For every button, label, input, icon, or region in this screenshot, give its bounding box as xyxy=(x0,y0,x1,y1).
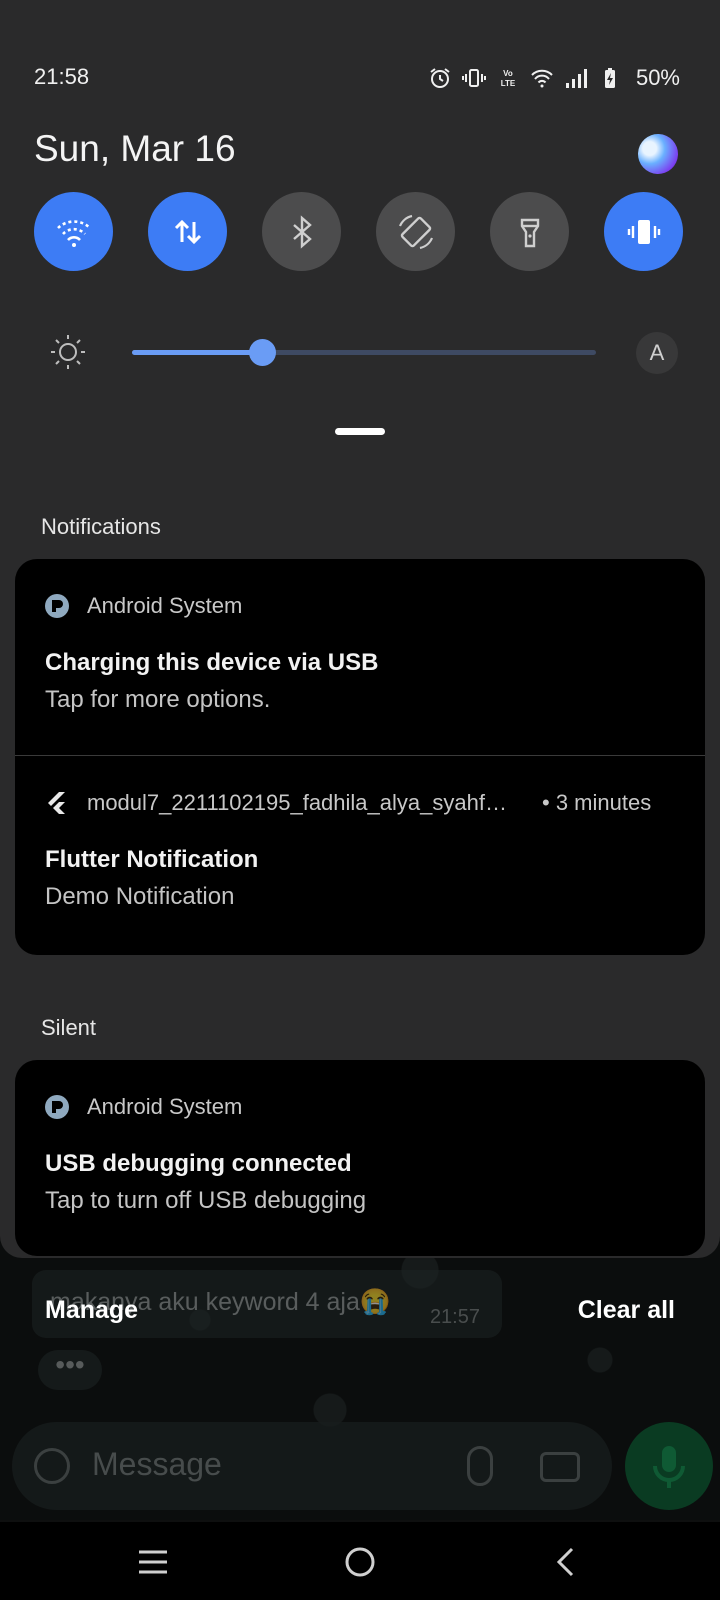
status-icons: Vo LTE 50% xyxy=(428,64,680,92)
svg-text:Vo: Vo xyxy=(503,69,513,78)
notification-app-name: Android System xyxy=(87,593,243,618)
auto-rotate-tile[interactable] xyxy=(376,192,455,271)
vibrate-mode-icon xyxy=(627,219,660,244)
notification-text: Tap for more options. xyxy=(45,686,271,713)
battery-charging-icon xyxy=(604,68,615,88)
notification-shade: Notifications Android System Charging th… xyxy=(0,450,720,1258)
back-icon[interactable] xyxy=(545,1540,589,1584)
wifi-icon xyxy=(56,219,91,247)
mic-icon xyxy=(653,1446,685,1488)
brightness-thumb[interactable] xyxy=(248,339,276,366)
bluetooth-icon xyxy=(292,214,312,249)
wifi-tile[interactable] xyxy=(34,192,113,271)
notification-item[interactable]: Android System USB debugging connected T… xyxy=(15,1060,705,1256)
notification-text: Tap to turn off USB debugging xyxy=(45,1187,367,1214)
message-placeholder: Message xyxy=(92,1446,222,1482)
wifi-status-icon xyxy=(531,69,553,88)
notification-text: Demo Notification xyxy=(45,883,235,910)
camera-icon[interactable] xyxy=(540,1452,580,1482)
drag-handle[interactable] xyxy=(335,428,385,435)
volte-icon: Vo LTE xyxy=(501,69,516,88)
recents-menu-icon[interactable] xyxy=(131,1540,175,1584)
vibrate-tile[interactable] xyxy=(604,192,683,271)
clear-all-button[interactable]: Clear all xyxy=(578,1296,675,1325)
brightness-fill xyxy=(132,350,262,355)
data-transfer-icon xyxy=(174,219,201,244)
manage-button[interactable]: Manage xyxy=(45,1296,138,1325)
brightness-row: A xyxy=(48,328,678,378)
battery-percent: 50% xyxy=(635,65,680,90)
clock: 21:58 xyxy=(34,64,90,89)
status-bar: 21:58 Vo LTE 50% xyxy=(0,0,720,110)
profile-orb-icon[interactable] xyxy=(632,128,684,180)
quick-settings-panel: Sun, Mar 16 A xyxy=(0,110,720,490)
vibrate-icon xyxy=(461,69,486,87)
notification-title: Flutter Notification xyxy=(45,846,259,873)
notifications-header: Notifications xyxy=(41,514,161,539)
rotate-icon xyxy=(398,214,433,249)
message-input[interactable]: Message xyxy=(12,1422,612,1510)
flashlight-tile[interactable] xyxy=(490,192,569,271)
home-icon[interactable] xyxy=(338,1540,382,1584)
typing-indicator: ••• xyxy=(38,1350,102,1390)
notification-time: • 3 minutes xyxy=(542,790,652,815)
mic-button[interactable] xyxy=(625,1422,713,1510)
notification-app-name: Android System xyxy=(87,1094,243,1119)
silent-card: Android System USB debugging connected T… xyxy=(15,1060,705,1256)
notification-title: Charging this device via USB xyxy=(45,649,379,676)
notification-item[interactable]: modul7_2211102195_fadhila_alya_syahf… • … xyxy=(15,756,705,952)
android-system-icon xyxy=(45,1095,69,1119)
signal-icon xyxy=(565,69,587,88)
navigation-bar xyxy=(0,1522,720,1600)
bluetooth-tile[interactable] xyxy=(262,192,341,271)
svg-text:LTE: LTE xyxy=(501,79,516,88)
android-system-icon xyxy=(45,594,69,618)
notification-item[interactable]: Android System Charging this device via … xyxy=(15,559,705,755)
chat-message-time: 21:57 xyxy=(429,1306,480,1328)
emoji-icon[interactable] xyxy=(34,1448,70,1484)
notification-app-name: modul7_2211102195_fadhila_alya_syahf… xyxy=(87,790,507,815)
flashlight-icon xyxy=(520,218,539,247)
brightness-slider[interactable] xyxy=(132,339,596,366)
auto-brightness-button[interactable]: A xyxy=(636,332,678,374)
quick-settings-tiles xyxy=(34,192,683,271)
notification-title: USB debugging connected xyxy=(45,1150,352,1177)
alarm-icon xyxy=(430,68,450,88)
date-label: Sun, Mar 16 xyxy=(34,128,236,169)
notifications-card: Android System Charging this device via … xyxy=(15,559,705,955)
flutter-icon xyxy=(48,792,65,814)
brightness-sun-icon xyxy=(51,335,85,369)
silent-header: Silent xyxy=(41,1015,97,1040)
attach-icon[interactable] xyxy=(467,1446,493,1486)
mobile-data-tile[interactable] xyxy=(148,192,227,271)
